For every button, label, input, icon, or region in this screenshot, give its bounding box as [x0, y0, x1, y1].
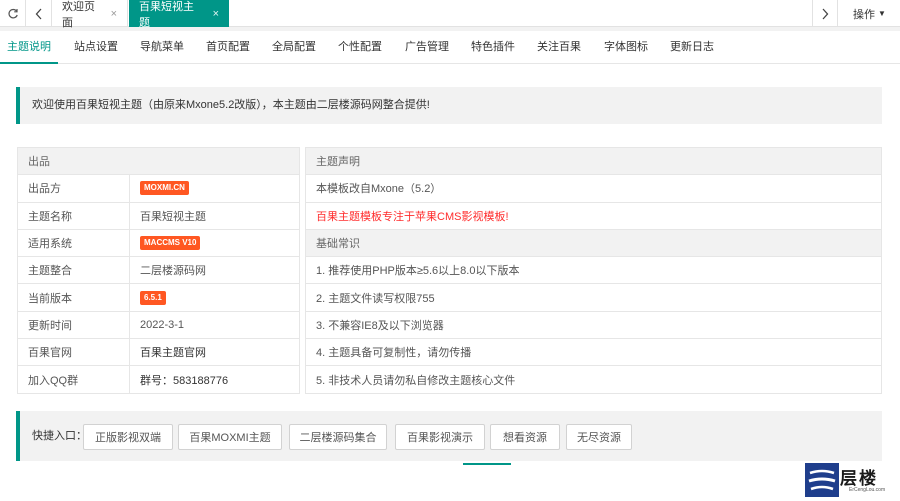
table-row: 1. 推荐使用PHP版本≥5.6以上8.0以下版本: [305, 256, 882, 285]
table-row: 出品方 MOXMI.CN: [17, 174, 300, 203]
note-text: 2. 主题文件读写权限755: [305, 283, 882, 312]
nav-tab-font-icons[interactable]: 字体图标: [594, 31, 658, 64]
logo-mark-icon: [805, 463, 839, 497]
quick-link-button[interactable]: 无尽资源: [566, 424, 632, 450]
row-label: 加入QQ群: [17, 365, 130, 394]
table-row: 加入QQ群 群号：583188776: [17, 365, 300, 394]
scroll-indicator: [463, 463, 511, 465]
table-row: 百果主题模板专注于苹果CMS影视模板!: [305, 201, 882, 230]
table-header-row: 出品: [17, 146, 300, 176]
row-label: 主题整合: [17, 256, 130, 285]
tab-label: 百果短视主题: [139, 0, 194, 29]
tab-theme-active[interactable]: 百果短视主题 ×: [129, 0, 229, 29]
nav-tab-custom-config[interactable]: 个性配置: [328, 31, 392, 64]
table-row: 2. 主题文件读写权限755: [305, 283, 882, 312]
table-row: 5. 非技术人员请勿私自修改主题核心文件: [305, 365, 882, 394]
table-row: 百果官网 百果主题官网: [17, 338, 300, 367]
section-header: 基础常识: [305, 228, 882, 258]
row-label: 当前版本: [17, 283, 130, 312]
nav-tab-ads[interactable]: 广告管理: [395, 31, 459, 64]
table-row: 主题整合 二层楼源码网: [17, 256, 300, 285]
publisher-badge: MOXMI.CN: [140, 181, 189, 196]
quick-link-button[interactable]: 百果MOXMI主题: [178, 424, 282, 450]
quick-link-button[interactable]: 百果影视演示: [395, 424, 485, 450]
table-row: 主题名称 百果短视主题: [17, 201, 300, 230]
quick-link-button[interactable]: 二层楼源码集合: [289, 424, 387, 450]
operations-menu[interactable]: 操作 ▼: [839, 0, 900, 27]
note-text: 4. 主题具备可复制性，请勿传播: [305, 338, 882, 367]
quick-link-button[interactable]: 正版影视双端: [83, 424, 173, 450]
watermark-logo: 层楼 ErCengLou.com: [805, 463, 890, 497]
table-row: 当前版本 6.5.1: [17, 283, 300, 312]
top-tab-bar: 欢迎页面 × 百果短视主题 × 操作 ▼: [0, 0, 900, 29]
nav-tab-follow[interactable]: 关注百果: [527, 31, 591, 64]
nav-tab-site-settings[interactable]: 站点设置: [64, 31, 128, 64]
product-info-table: 出品 出品方 MOXMI.CN 主题名称 百果短视主题 适用系统 MACCMS …: [17, 146, 300, 394]
note-text: 本模板改自Mxone（5.2）: [305, 174, 882, 203]
tab-welcome[interactable]: 欢迎页面 ×: [52, 0, 128, 29]
nav-tab-changelog[interactable]: 更新日志: [660, 31, 724, 64]
table-row: 适用系统 MACCMS V10: [17, 228, 300, 258]
operations-label: 操作: [853, 8, 876, 21]
row-label: 更新时间: [17, 310, 130, 340]
content-panel: 主题说明 站点设置 导航菜单 首页配置 全局配置 个性配置 广告管理 特色插件 …: [0, 31, 900, 501]
welcome-notice: 欢迎使用百果短视主题（由原来Mxone5.2改版），本主题由二层楼源码网整合提供…: [16, 87, 882, 124]
table-row: 本模板改自Mxone（5.2）: [305, 174, 882, 203]
row-value: 2022-3-1: [129, 310, 300, 340]
close-icon[interactable]: ×: [213, 8, 219, 20]
system-badge: MACCMS V10: [140, 236, 201, 251]
table-row: 更新时间 2022-3-1: [17, 310, 300, 340]
table-row: 4. 主题具备可复制性，请勿传播: [305, 338, 882, 367]
table-header: 出品: [17, 146, 300, 176]
nav-tab-home-config[interactable]: 首页配置: [196, 31, 260, 64]
caret-down-icon: ▼: [878, 9, 886, 18]
nav-tab-nav-menu[interactable]: 导航菜单: [130, 31, 194, 64]
note-highlight: 百果主题模板专注于苹果CMS影视模板!: [305, 201, 882, 230]
table-header-row: 基础常识: [305, 228, 882, 258]
quick-links-label: 快捷入口：: [32, 430, 87, 442]
nav-tab-theme-info[interactable]: 主题说明: [0, 31, 58, 64]
watermark-name: 层楼: [840, 469, 878, 489]
table-header-row: 主题声明: [305, 146, 882, 176]
table-row: 3. 不兼容IE8及以下浏览器: [305, 310, 882, 340]
refresh-icon[interactable]: [0, 0, 26, 27]
nav-tab-plugins[interactable]: 特色插件: [461, 31, 525, 64]
nav-tab-global-config[interactable]: 全局配置: [262, 31, 326, 64]
qq-group-link[interactable]: 群号：583188776: [129, 365, 300, 394]
note-text: 3. 不兼容IE8及以下浏览器: [305, 310, 882, 340]
row-value: 二层楼源码网: [129, 256, 300, 285]
tab-label: 欢迎页面: [62, 0, 95, 29]
row-label: 适用系统: [17, 228, 130, 258]
version-badge: 6.5.1: [140, 290, 166, 305]
official-site-link[interactable]: 百果主题官网: [129, 338, 300, 367]
settings-nav: 主题说明 站点设置 导航菜单 首页配置 全局配置 个性配置 广告管理 特色插件 …: [0, 31, 900, 64]
quick-link-button[interactable]: 想看资源: [490, 424, 560, 450]
row-value: 百果短视主题: [129, 201, 300, 230]
quick-links-bar: 快捷入口： 正版影视双端 百果MOXMI主题 二层楼源码集合 百果影视演示 想看…: [16, 411, 882, 461]
row-label: 百果官网: [17, 338, 130, 367]
watermark-sub: ErCengLou.com: [849, 487, 886, 493]
note-text: 5. 非技术人员请勿私自修改主题核心文件: [305, 365, 882, 394]
row-label: 出品方: [17, 174, 130, 203]
note-text: 1. 推荐使用PHP版本≥5.6以上8.0以下版本: [305, 256, 882, 285]
chevron-left-icon[interactable]: [26, 0, 52, 27]
close-icon[interactable]: ×: [111, 8, 117, 20]
section-header: 主题声明: [305, 146, 882, 176]
row-label: 主题名称: [17, 201, 130, 230]
theme-notes-table: 主题声明 本模板改自Mxone（5.2） 百果主题模板专注于苹果CMS影视模板!…: [305, 146, 882, 394]
chevron-right-icon[interactable]: [812, 0, 838, 27]
